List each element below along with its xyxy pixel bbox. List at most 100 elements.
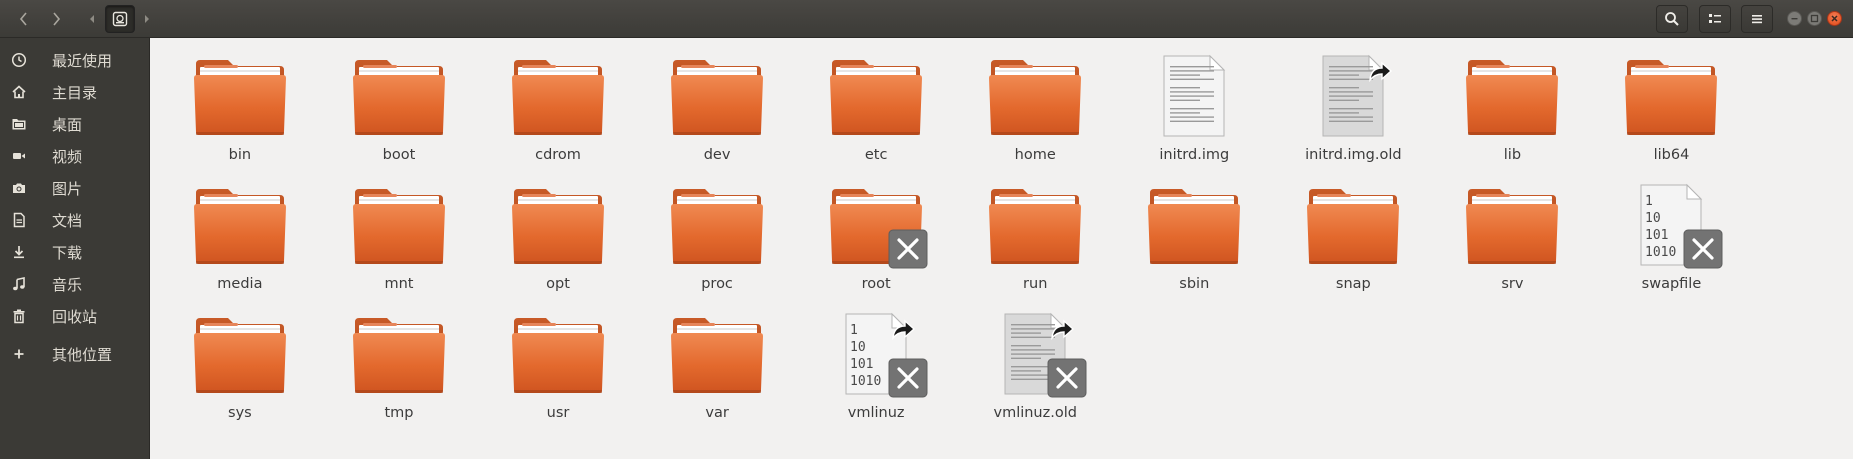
folder-icon	[669, 181, 765, 269]
svg-text:1: 1	[850, 323, 858, 338]
folder-icon	[987, 52, 1083, 140]
file-item-proc[interactable]: proc	[642, 167, 792, 292]
svg-text:10: 10	[850, 340, 866, 355]
folder-icon	[669, 52, 765, 140]
svg-text:1: 1	[1645, 194, 1653, 209]
triangle-right-icon	[145, 15, 149, 23]
maximize-button[interactable]	[1807, 11, 1822, 26]
sidebar-item-9[interactable]: 回收站	[0, 302, 150, 330]
list-view-icon	[1709, 14, 1721, 23]
forward-button[interactable]	[40, 5, 72, 33]
file-item-swapfile[interactable]: 1 10 101 1010 swapfile	[1596, 167, 1746, 292]
text-file-icon	[1146, 52, 1242, 140]
trash-icon	[9, 306, 29, 326]
file-item-mnt[interactable]: mnt	[324, 167, 474, 292]
file-name-label: mnt	[384, 275, 414, 292]
folder-icon	[510, 52, 606, 140]
path-scroll-right-button[interactable]	[139, 5, 155, 33]
file-item-etc[interactable]: etc	[801, 38, 951, 163]
folder-icon	[510, 181, 606, 269]
chevron-right-icon	[53, 12, 61, 26]
sidebar-item-10[interactable]: 其他位置	[0, 340, 150, 368]
folder-icon	[669, 310, 765, 398]
file-name-label: lib64	[1653, 147, 1690, 164]
file-item-dev[interactable]: dev	[642, 38, 792, 163]
menu-button[interactable]	[1741, 5, 1773, 33]
folder-icon	[192, 52, 288, 140]
sidebar-item-label: 文档	[52, 211, 83, 230]
minimize-button[interactable]	[1787, 11, 1802, 26]
svg-text:1010: 1010	[850, 374, 881, 389]
file-name-label: initrd.img	[1159, 147, 1230, 164]
camera-icon	[9, 178, 29, 198]
file-item-initrd-img[interactable]: initrd.img	[1119, 38, 1269, 163]
search-button[interactable]	[1656, 5, 1688, 33]
close-icon	[1831, 15, 1838, 22]
file-name-label: bin	[228, 147, 252, 164]
symlink-arrow-icon	[1051, 319, 1075, 341]
file-name-label: media	[217, 275, 263, 292]
hamburger-menu-icon	[1752, 15, 1762, 24]
file-name-label: root	[861, 275, 891, 292]
file-item-run[interactable]: run	[960, 167, 1110, 292]
maximize-icon	[1810, 14, 1819, 23]
sidebar-item-5[interactable]: 图片	[0, 174, 150, 202]
file-item-vmlinuz[interactable]: 1 10 101 1010 vmlinuz	[801, 296, 951, 421]
folder-icon	[192, 181, 288, 269]
folder-icon	[510, 310, 606, 398]
file-item-bin[interactable]: bin	[165, 38, 315, 163]
file-item-sys[interactable]: sys	[165, 296, 315, 421]
file-item-cdrom[interactable]: cdrom	[483, 38, 633, 163]
file-name-label: proc	[701, 275, 733, 292]
file-item-usr[interactable]: usr	[483, 296, 633, 421]
file-name-label: home	[1014, 147, 1056, 164]
sidebar-item-1[interactable]: 最近使用	[0, 46, 150, 74]
sidebar-item-7[interactable]: 下载	[0, 238, 150, 266]
file-item-vmlinuz-old[interactable]: vmlinuz.old	[960, 296, 1110, 421]
sidebar-item-label: 最近使用	[52, 51, 113, 70]
file-name-label: usr	[546, 404, 570, 421]
file-name-label: tmp	[384, 404, 414, 421]
path-scroll-left-button[interactable]	[84, 5, 100, 33]
file-name-label: vmlinuz.old	[993, 404, 1077, 421]
file-item-opt[interactable]: opt	[483, 167, 633, 292]
folder-icon	[1464, 52, 1560, 140]
sidebar-item-2[interactable]: 主目录	[0, 78, 150, 106]
search-icon	[1665, 12, 1679, 26]
sidebar-item-4[interactable]: 视频	[0, 142, 150, 170]
file-item-srv[interactable]: srv	[1437, 167, 1587, 292]
sidebar-item-label: 图片	[52, 179, 83, 198]
file-item-lib64[interactable]: lib64	[1596, 38, 1746, 163]
symlink-arrow-icon	[892, 319, 916, 341]
drive-icon	[112, 11, 128, 27]
svg-text:101: 101	[1645, 228, 1668, 243]
file-item-tmp[interactable]: tmp	[324, 296, 474, 421]
file-item-sbin[interactable]: sbin	[1119, 167, 1269, 292]
file-item-var[interactable]: var	[642, 296, 792, 421]
path-bar-root-button[interactable]	[105, 5, 135, 33]
file-item-boot[interactable]: boot	[324, 38, 474, 163]
desktop-folder-icon	[9, 114, 29, 134]
file-name-label: var	[705, 404, 729, 421]
sidebar-item-label: 下载	[52, 243, 83, 262]
sidebar-item-8[interactable]: 音乐	[0, 270, 150, 298]
sidebar-item-label: 其他位置	[52, 345, 113, 364]
file-name-label: dev	[703, 147, 731, 164]
file-item-snap[interactable]: snap	[1278, 167, 1428, 292]
close-button[interactable]	[1827, 11, 1842, 26]
back-button[interactable]	[8, 5, 40, 33]
no-access-emblem-icon	[888, 229, 928, 269]
file-item-media[interactable]: media	[165, 167, 315, 292]
file-name-label: sys	[228, 404, 252, 421]
file-item-root[interactable]: root	[801, 167, 951, 292]
svg-text:10: 10	[1645, 211, 1661, 226]
sidebar-item-3[interactable]: 桌面	[0, 110, 150, 138]
sidebar-item-6[interactable]: 文档	[0, 206, 150, 234]
svg-text:101: 101	[850, 357, 873, 372]
binary-file-icon: 1 10 101 1010	[1623, 181, 1723, 269]
view-options-button[interactable]	[1699, 5, 1731, 33]
file-item-initrd-img-old[interactable]: initrd.img.old	[1278, 38, 1428, 163]
file-name-label: lib	[1503, 147, 1522, 164]
file-item-lib[interactable]: lib	[1437, 38, 1587, 163]
file-item-home[interactable]: home	[960, 38, 1110, 163]
